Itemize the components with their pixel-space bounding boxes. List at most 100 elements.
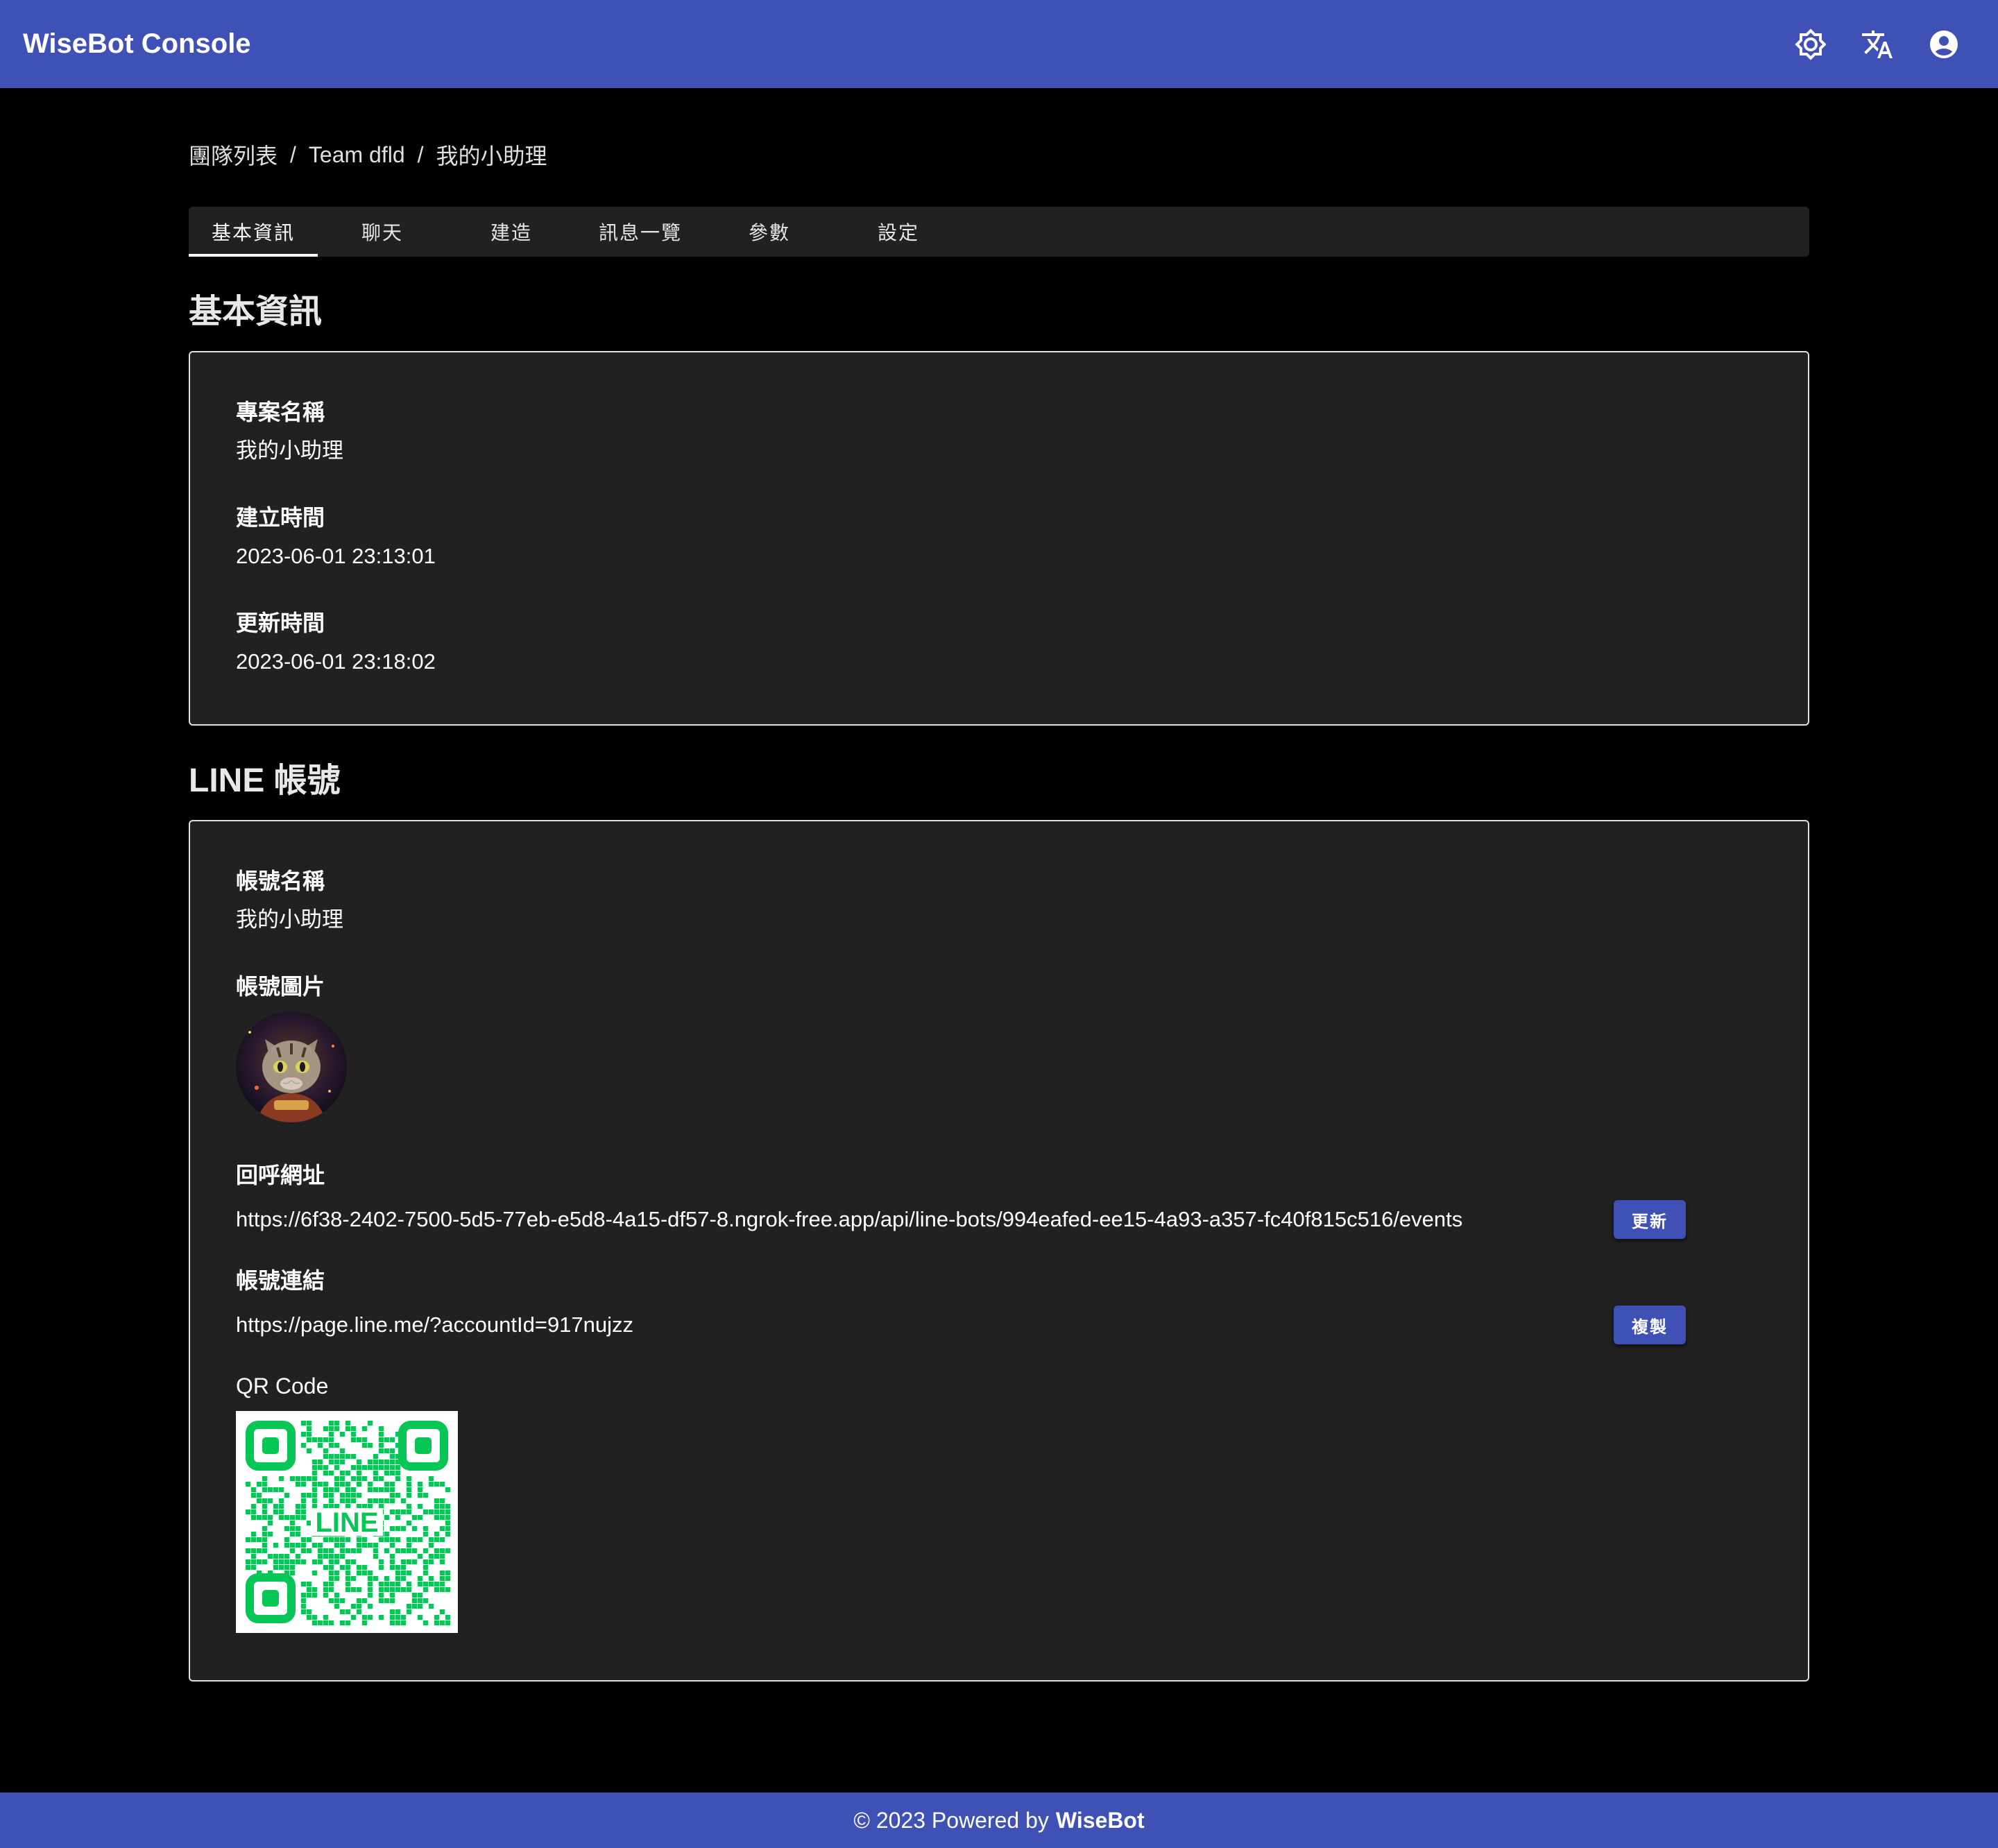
- qr-module: [251, 1515, 256, 1520]
- qr-module: [357, 1565, 361, 1570]
- qr-module: [368, 1615, 373, 1620]
- qr-module: [357, 1548, 361, 1553]
- copy-link-button[interactable]: 複製: [1614, 1306, 1686, 1344]
- qr-module: [296, 1532, 300, 1537]
- qr-module: [390, 1526, 395, 1531]
- qr-module: [329, 1565, 334, 1570]
- qr-module: [395, 1576, 400, 1581]
- qr-module: [268, 1515, 273, 1520]
- qr-module: [395, 1515, 400, 1520]
- qr-module: [379, 1565, 384, 1570]
- language-button[interactable]: [1852, 19, 1902, 69]
- qr-module: [395, 1587, 400, 1592]
- project-name-value: 我的小助理: [236, 438, 343, 463]
- qr-module: [312, 1587, 317, 1592]
- qr-module: [284, 1493, 289, 1498]
- qr-module: [357, 1543, 361, 1548]
- qr-module: [407, 1559, 411, 1564]
- qr-module: [412, 1559, 417, 1564]
- qr-module: [246, 1548, 250, 1553]
- update-callback-button[interactable]: 更新: [1614, 1200, 1686, 1239]
- qr-module: [423, 1598, 428, 1603]
- tab-messages[interactable]: 訊息一覽: [576, 207, 705, 257]
- qr-module: [345, 1493, 350, 1498]
- qr-module: [345, 1471, 350, 1475]
- tab-chat[interactable]: 聊天: [318, 207, 447, 257]
- qr-module: [418, 1593, 422, 1598]
- qr-module: [395, 1615, 400, 1620]
- qr-module: [418, 1615, 422, 1620]
- qr-module: [323, 1426, 328, 1431]
- app-title[interactable]: WiseBot Console: [23, 28, 251, 60]
- qr-module: [312, 1559, 317, 1564]
- qr-module: [323, 1482, 328, 1487]
- qr-module: [340, 1471, 345, 1475]
- qr-module: [395, 1526, 400, 1531]
- account-picture-label: 帳號圖片: [236, 974, 325, 999]
- qr-module: [323, 1587, 328, 1592]
- qr-module: [351, 1587, 356, 1592]
- qr-module: [401, 1620, 406, 1625]
- qr-module: [262, 1498, 267, 1503]
- qr-module: [412, 1593, 417, 1598]
- qr-module: [395, 1565, 400, 1570]
- qr-module: [390, 1554, 395, 1559]
- qr-module: [390, 1448, 395, 1453]
- qr-module: [307, 1521, 311, 1525]
- qr-module: [351, 1465, 356, 1470]
- qr-module: [379, 1465, 384, 1470]
- qr-module: [351, 1426, 356, 1431]
- qr-module: [395, 1476, 400, 1481]
- qr-module: [334, 1443, 339, 1448]
- qr-module: [407, 1476, 411, 1481]
- breadcrumb-team[interactable]: Team dfld: [309, 142, 405, 168]
- tab-basic-info[interactable]: 基本資訊: [189, 207, 318, 257]
- qr-module: [373, 1465, 378, 1470]
- qr-module: [312, 1615, 317, 1620]
- qr-code-label: QR Code: [236, 1374, 329, 1398]
- qr-module: [323, 1448, 328, 1453]
- qr-module: [423, 1509, 428, 1514]
- qr-module: [434, 1532, 439, 1537]
- qr-module: [307, 1615, 311, 1620]
- qr-module: [329, 1443, 334, 1448]
- qr-module: [407, 1509, 411, 1514]
- qr-module: [434, 1587, 439, 1592]
- qr-module: [390, 1460, 395, 1464]
- qr-module: [329, 1460, 334, 1464]
- qr-module: [251, 1532, 256, 1537]
- breadcrumb-teams[interactable]: 團隊列表: [189, 139, 278, 171]
- qr-module: [340, 1482, 345, 1487]
- account-link-value[interactable]: https://page.line.me/?accountId=917nujzz: [236, 1311, 633, 1339]
- qr-module: [407, 1571, 411, 1575]
- tab-settings[interactable]: 設定: [834, 207, 963, 257]
- footer-brand[interactable]: WiseBot: [1056, 1808, 1145, 1833]
- qr-module: [262, 1532, 267, 1537]
- qr-module: [312, 1571, 317, 1575]
- qr-module: [362, 1443, 367, 1448]
- qr-module: [262, 1509, 267, 1514]
- qr-module: [351, 1576, 356, 1581]
- qr-module: [357, 1609, 361, 1614]
- tab-bar: 基本資訊 聊天 建造 訊息一覽 參數 設定: [189, 207, 1809, 257]
- qr-module: [340, 1454, 345, 1459]
- qr-module: [318, 1460, 323, 1464]
- theme-toggle-button[interactable]: [1786, 19, 1836, 69]
- breadcrumb-separator: /: [417, 142, 424, 167]
- qr-module: [390, 1609, 395, 1614]
- qr-module: [301, 1537, 306, 1542]
- qr-module: [362, 1543, 367, 1548]
- qr-module: [357, 1465, 361, 1470]
- account-button[interactable]: [1919, 19, 1969, 69]
- qr-module: [373, 1498, 378, 1503]
- qr-module: [434, 1509, 439, 1514]
- qr-module: [384, 1582, 389, 1586]
- qr-module: [246, 1482, 250, 1487]
- qr-module: [401, 1526, 406, 1531]
- tab-build[interactable]: 建造: [447, 207, 576, 257]
- qr-module: [412, 1526, 417, 1531]
- qr-module: [373, 1454, 378, 1459]
- qr-module: [257, 1559, 262, 1564]
- qr-module: [284, 1526, 289, 1531]
- tab-parameters[interactable]: 參數: [705, 207, 834, 257]
